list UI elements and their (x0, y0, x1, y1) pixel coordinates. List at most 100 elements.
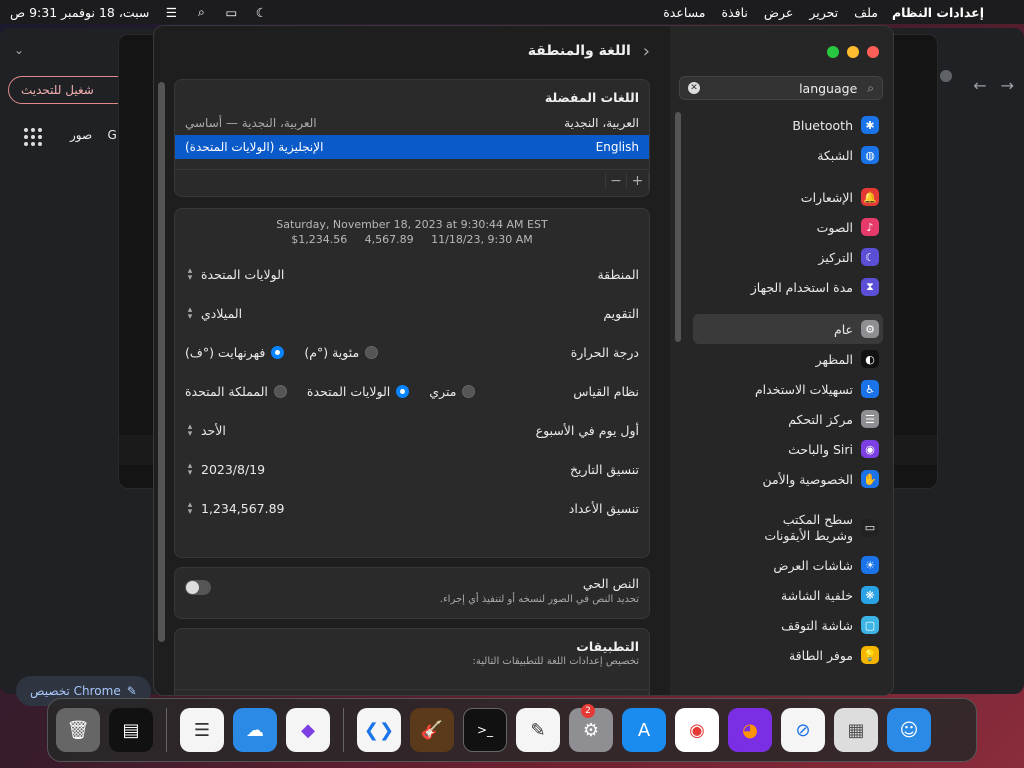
forward-arrow-icon[interactable]: → (1001, 76, 1014, 95)
weather-app-icon[interactable]: ☁ (233, 708, 277, 752)
downloads-folder-icon[interactable]: ▤ (109, 708, 153, 752)
applications-title: التطبيقات (576, 639, 639, 654)
google-apps-icon[interactable] (24, 128, 42, 146)
stepper-icon: ▴ ▾ (187, 304, 193, 322)
search-input[interactable]: language (706, 81, 861, 96)
number-format-popup[interactable]: 1,234,567.89 ▴ ▾ (185, 500, 285, 516)
reminders-app-icon[interactable]: ☰ (180, 708, 224, 752)
us-radio[interactable]: الولايات المتحدة (307, 384, 410, 399)
system-settings-window: ✕ language ⌕ ✱ Bluetooth ◍ الشبكة 🔔 الإشعارات… (153, 25, 894, 696)
sidebar-item-accessibility[interactable]: ♿ تسهيلات الاستخدام (669, 374, 893, 404)
remove-app-button[interactable]: − (605, 692, 627, 695)
close-button[interactable] (867, 46, 879, 58)
vscode-icon[interactable]: ❮❯ (357, 708, 401, 752)
sidebar-item-label: مدة استخدام الجهاز (750, 279, 853, 295)
sidebar-item-bulb[interactable]: 💡 موفر الطاقة (669, 640, 893, 670)
app-store-icon[interactable]: A (622, 708, 666, 752)
language-sub: الإنجليزية (الولايات المتحدة) (185, 140, 324, 154)
screen-mirror-icon[interactable]: ▭ (223, 4, 239, 20)
first-weekday-row: أول يوم في الأسبوع الأحد ▴ ▾ (175, 411, 649, 450)
first-weekday-popup[interactable]: الأحد ▴ ▾ (185, 421, 226, 439)
sidebar-item-hand[interactable]: ✋ الخصوصية والأمن (669, 464, 893, 494)
clear-search-icon[interactable]: ✕ (688, 82, 700, 94)
sidebar-search: ✕ language ⌕ (679, 76, 883, 100)
bulb-icon: 💡 (861, 646, 879, 664)
back-arrow-icon[interactable]: ← (973, 76, 986, 95)
apple-logo-icon[interactable] (998, 4, 1014, 20)
sidebar-item-control-center[interactable]: ☰ مركز التحكم (669, 404, 893, 434)
uk-radio[interactable]: المملكة المتحدة (185, 384, 287, 399)
garageband-icon[interactable]: 🎸 (410, 708, 454, 752)
images-link[interactable]: صور G (70, 128, 117, 142)
sidebar-item-bell[interactable]: 🔔 الإشعارات (669, 182, 893, 212)
menu-view[interactable]: عرض (764, 5, 793, 20)
metric-radio[interactable]: متري (429, 384, 476, 399)
back-chevron-icon[interactable]: ‹ (643, 41, 650, 62)
textedit-icon[interactable]: ✎ (516, 708, 560, 752)
dock: 🗑 ▤ ☰ ☁ ◆ ❮❯ 🎸 >_ ✎ ⚙ 2 A ◉ ◕ ⊘ ▦ ☺ (47, 698, 977, 762)
menu-app-name[interactable]: إعدادات النظام (892, 5, 984, 20)
language-row[interactable]: العربية، النجدية العربية، النجدية — أساس… (175, 111, 649, 135)
add-app-button[interactable]: + (627, 692, 649, 695)
menu-file[interactable]: ملف (854, 5, 878, 20)
firefox-icon[interactable]: ◕ (728, 708, 772, 752)
menu-clock[interactable]: سبت، 18 نوفمبر 9:31 ص (10, 5, 149, 20)
control-center-icon[interactable]: ☰ (163, 4, 179, 20)
minimize-button[interactable] (847, 46, 859, 58)
terminal-icon[interactable]: >_ (463, 708, 507, 752)
focus-moon-icon[interactable]: ☾ (253, 4, 269, 20)
sidebar-item-gear[interactable]: ⚙ عام (693, 314, 883, 344)
sidebar-item-globe[interactable]: ◍ الشبكة (669, 140, 893, 170)
launchpad-icon[interactable]: ▦ (834, 708, 878, 752)
live-text-toggle[interactable] (185, 580, 211, 595)
sidebar-item-display[interactable]: ☀ شاشات العرض (669, 550, 893, 580)
language-row[interactable]: English الإنجليزية (الولايات المتحدة) (175, 135, 649, 159)
calendar-row: التقويم الميلادي ▴ ▾ (175, 294, 649, 333)
chevron-down-icon[interactable]: ⌄ (14, 43, 24, 57)
sidebar-item-dock[interactable]: ▭ سطح المكتب وشريط الأيقونات (669, 506, 893, 550)
sidebar-item-bluetooth[interactable]: ✱ Bluetooth (669, 110, 893, 140)
menu-edit[interactable]: تحرير (809, 5, 838, 20)
format-preview: Saturday, November 18, 2023 at 9:30:44 A… (175, 209, 649, 247)
applications-group: التطبيقات تخصيص إعدادات اللغة للتطبيقات … (174, 628, 650, 695)
notification-badge: 2 (581, 704, 595, 718)
calendar-popup[interactable]: الميلادي ▴ ▾ (185, 304, 242, 322)
live-text-title: النص الحي (582, 576, 639, 591)
sidebar-item-siri[interactable]: ◉ Siri والباحث (669, 434, 893, 464)
speaker-icon: ♪ (861, 218, 879, 236)
sidebar-item-wallpaper[interactable]: ❋ خلفية الشاشة (669, 580, 893, 610)
add-language-button[interactable]: + (627, 172, 649, 189)
sidebar-item-moon[interactable]: ☾ التركيز (669, 242, 893, 272)
sidebar-item-label: الخصوصية والأمن (762, 471, 853, 487)
safari-icon[interactable]: ⊘ (781, 708, 825, 752)
sidebar-item-label: Bluetooth (792, 117, 853, 133)
spotlight-icon[interactable]: ⌕ (193, 4, 209, 20)
trash-icon[interactable]: 🗑 (56, 708, 100, 752)
date-format-popup[interactable]: 2023/8/19 ▴ ▾ (185, 461, 265, 477)
pane-scrollbar[interactable] (158, 82, 165, 642)
add-remove-bar: − + (175, 169, 649, 191)
stepper-icon: ▴ ▾ (187, 421, 193, 439)
menu-bar-app: ملف تحرير عرض نافذة مساعدة إعدادات النظا… (663, 4, 1014, 20)
zoom-button[interactable] (827, 46, 839, 58)
menu-help[interactable]: مساعدة (663, 5, 705, 20)
celsius-radio[interactable]: مئوية (°م) (304, 345, 379, 360)
visual-studio-icon[interactable]: ◆ (286, 708, 330, 752)
finder-icon[interactable]: ☺ (887, 708, 931, 752)
sidebar-scrollbar[interactable] (675, 112, 681, 342)
sidebar-item-speaker[interactable]: ♪ الصوت (669, 212, 893, 242)
section-title: اللغات المفضلة (544, 90, 639, 105)
sidebar-item-screensaver[interactable]: ▢ شاشة التوقف (669, 610, 893, 640)
system-settings-icon[interactable]: ⚙ 2 (569, 704, 613, 752)
remove-language-button[interactable]: − (605, 172, 627, 189)
sidebar-item-hourglass[interactable]: ⧗ مدة استخدام الجهاز (669, 272, 893, 302)
region-popup[interactable]: الولايات المتحدة ▴ ▾ (185, 266, 285, 282)
measurement-row: نظام القياس متري الولايات المتحدة المملك… (175, 372, 649, 411)
fahrenheit-radio[interactable]: فهرنهايت (°ف) (185, 345, 285, 360)
chrome-icon[interactable]: ◉ (675, 708, 719, 752)
bluetooth-icon: ✱ (861, 116, 879, 134)
sidebar-item-appearance[interactable]: ◐ المظهر (669, 344, 893, 374)
globe-icon: ◍ (861, 146, 879, 164)
menu-window[interactable]: نافذة (721, 5, 747, 20)
